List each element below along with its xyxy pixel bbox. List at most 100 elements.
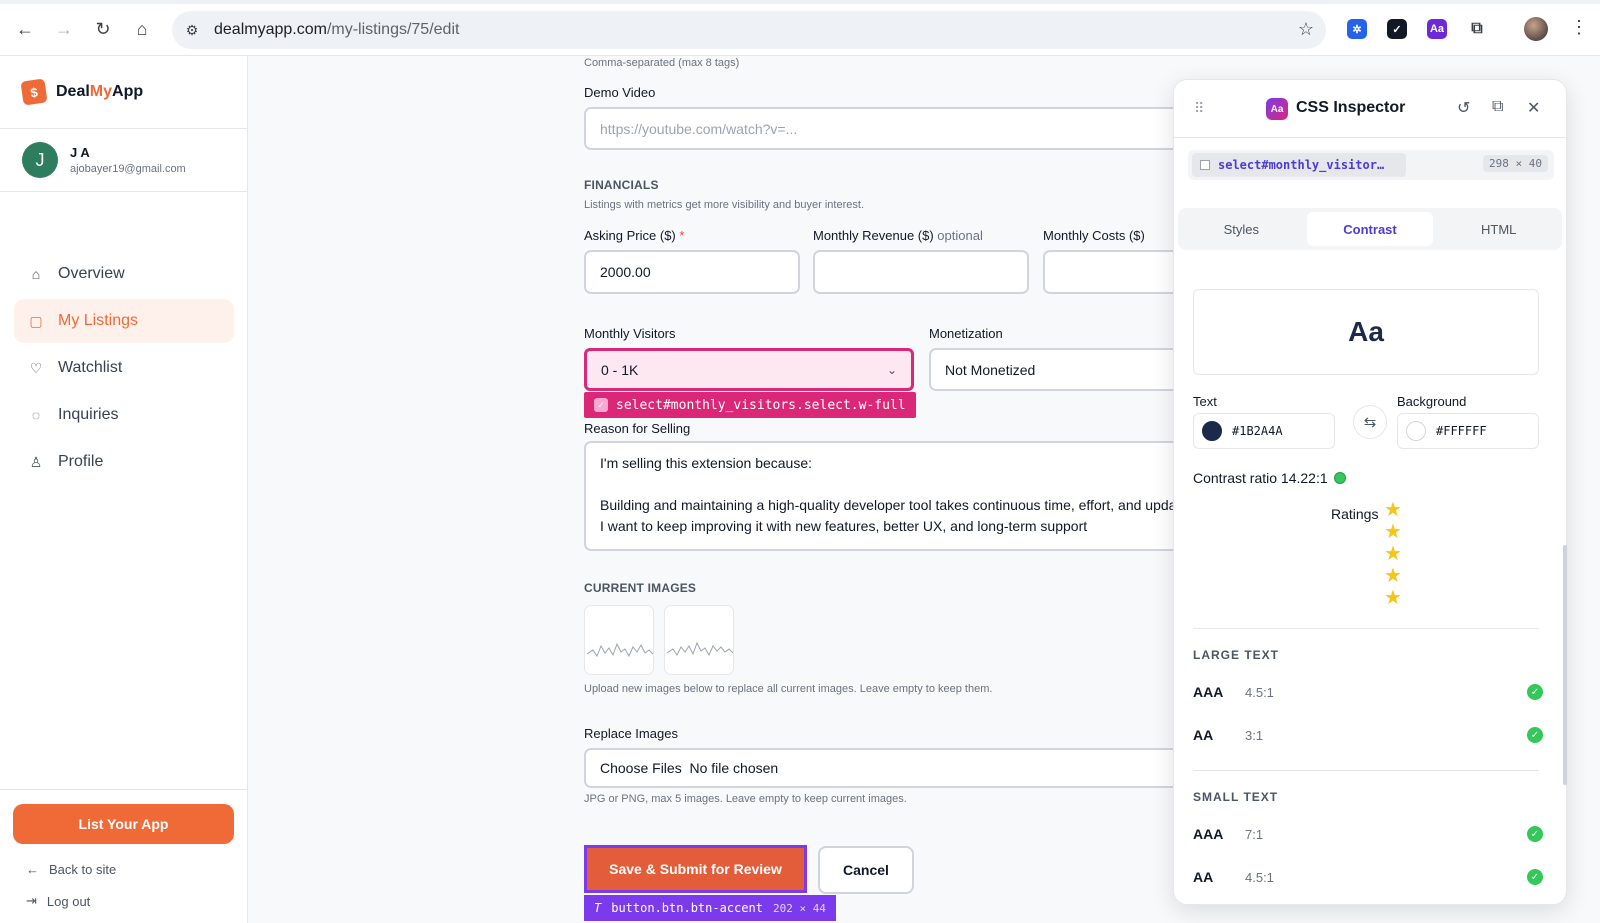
sidebar-item-inquiries[interactable]: ◌ Inquiries (14, 393, 234, 437)
monthly-costs-label: Monthly Costs ($) (1043, 228, 1145, 243)
extension-snowflake-icon[interactable]: ✲ (1347, 19, 1367, 39)
back-to-site-link[interactable]: ← Back to site (26, 862, 116, 877)
address-bar[interactable]: ⚙ dealmyapp.com/my-listings/75/edit ☆ (172, 11, 1326, 49)
inspector-button-chip: T button.btn.btn-accent 202 × 44 (584, 895, 836, 921)
check-icon: ✓ (594, 398, 608, 412)
sidebar-divider (0, 191, 248, 192)
current-images-title: CURRENT IMAGES (584, 581, 697, 595)
star-icon: ★ (1384, 565, 1402, 587)
chevron-down-icon: ⌄ (886, 362, 897, 377)
wcag-row: AAA 4.5:1 ✓ (1193, 680, 1543, 704)
asking-price-input[interactable]: 2000.00 (584, 250, 800, 294)
sidebar-item-label: Profile (58, 453, 104, 470)
monthly-revenue-input[interactable] (813, 250, 1029, 294)
list-your-app-button[interactable]: List Your App (13, 804, 234, 844)
sidebar-item-label: Watchlist (58, 359, 123, 376)
tab-contrast[interactable]: Contrast (1306, 212, 1434, 246)
cancel-button[interactable]: Cancel (818, 846, 914, 894)
tags-hint: Comma-separated (max 8 tags) (584, 57, 740, 69)
replace-images-file-input[interactable]: Choose Files No file chosen (584, 748, 1224, 788)
asking-price-label: Asking Price ($) * (584, 228, 685, 243)
star-icon: ★ (1384, 499, 1402, 521)
brand-icon: $ (20, 78, 48, 106)
sidebar-divider (0, 789, 248, 790)
more-menu-icon[interactable]: ⋮ (1570, 17, 1588, 38)
brand-logo[interactable]: $ DealMyApp (20, 78, 144, 106)
inspector-selector-chip: ✓ select#monthly_visitors.select.w-full (584, 392, 916, 418)
selected-element-chip[interactable]: select#monthly_visitor… (1192, 153, 1406, 177)
current-image-thumbnail[interactable] (664, 605, 734, 675)
reset-icon[interactable]: ↺ (1457, 98, 1470, 118)
current-images-hint: Upload new images below to replace all c… (584, 683, 993, 695)
star-icon: ★ (1384, 543, 1402, 565)
wcag-row: AA 4.5:1 ✓ (1193, 865, 1543, 889)
reason-textarea[interactable]: I'm selling this extension because: Buil… (584, 441, 1224, 551)
tab-styles[interactable]: Styles (1178, 208, 1305, 250)
element-dimensions: 298 × 40 (1483, 155, 1548, 172)
replace-images-hint: JPG or PNG, max 5 images. Leave empty to… (584, 793, 907, 805)
user-name: J A (70, 145, 90, 160)
small-text-title: SMALL TEXT (1193, 790, 1279, 804)
profile-avatar[interactable] (1524, 17, 1548, 41)
ratings-stars: ★ ★ ★ ★ ★ (1384, 500, 1402, 609)
chat-icon: ◌ (31, 407, 41, 423)
reason-label: Reason for Selling (584, 421, 691, 436)
ratings-label: Ratings (1331, 506, 1379, 522)
back-arrow-icon[interactable]: ← (14, 18, 36, 40)
monetization-label: Monetization (929, 326, 1003, 341)
css-inspector-panel: ⠿ Aa CSS Inspector ↺ ⧉ ✕ select#monthly_… (1173, 79, 1567, 905)
forward-arrow-icon[interactable]: → (53, 18, 75, 40)
inspector-title: CSS Inspector (1296, 99, 1406, 116)
extension-check-icon[interactable]: ✓ (1387, 19, 1407, 39)
tab-html[interactable]: HTML (1435, 208, 1562, 250)
background-color-field[interactable]: #FFFFFF (1397, 413, 1539, 449)
browser-toolbar: ← → ↻ ⌂ ⚙ dealmyapp.com/my-listings/75/e… (0, 0, 1600, 56)
check-circle-icon: ✓ (1527, 727, 1543, 743)
site-settings-icon[interactable]: ⚙ (182, 20, 202, 40)
monetization-select[interactable]: Not Monetized (929, 348, 1209, 391)
tab-strip (0, 0, 1600, 4)
financials-title: FINANCIALS (584, 178, 659, 192)
home-icon[interactable]: ⌂ (131, 18, 153, 40)
arrow-left-icon: ← (26, 862, 39, 877)
sidebar-item-overview[interactable]: ⌂ Overview (14, 252, 234, 296)
demo-video-label: Demo Video (584, 85, 656, 100)
wcag-row: AA 3:1 ✓ (1193, 723, 1543, 747)
brand-name: DealMyApp (56, 83, 144, 100)
logout-link[interactable]: ⇥ Log out (26, 893, 90, 909)
pass-status-dot (1333, 472, 1346, 484)
heart-icon: ♡ (29, 359, 43, 376)
contrast-preview: Aa (1193, 289, 1539, 375)
page-scrollbar[interactable] (1563, 545, 1567, 785)
text-color-swatch (1202, 421, 1222, 441)
close-icon[interactable]: ✕ (1527, 98, 1540, 118)
sidebar-item-watchlist[interactable]: ♡ Watchlist (14, 346, 234, 390)
large-text-title: LARGE TEXT (1193, 648, 1280, 662)
sidebar-item-profile[interactable]: ♙ Profile (14, 440, 234, 484)
drag-handle-icon[interactable]: ⠿ (1194, 100, 1204, 117)
current-image-thumbnail[interactable] (584, 605, 654, 675)
bag-icon: ▢ (29, 312, 43, 329)
monthly-visitors-label: Monthly Visitors (584, 326, 676, 341)
sidebar-item-my-listings[interactable]: ▢ My Listings (14, 299, 234, 343)
url-text: dealmyapp.com/my-listings/75/edit (214, 21, 460, 38)
replace-images-label: Replace Images (584, 726, 678, 741)
user-card: J J A ajobayer19@gmail.com (22, 142, 186, 178)
star-icon: ★ (1384, 587, 1402, 609)
copy-icon[interactable]: ⧉ (1492, 98, 1503, 116)
sidebar-item-label: Inquiries (58, 406, 119, 423)
swap-colors-icon[interactable]: ⇆ (1353, 405, 1387, 439)
text-color-field[interactable]: #1B2A4A (1193, 413, 1335, 449)
text-color-label: Text (1193, 394, 1217, 409)
extensions-puzzle-icon[interactable]: ⧉ (1467, 19, 1487, 39)
check-circle-icon: ✓ (1527, 826, 1543, 842)
element-icon (1200, 160, 1210, 170)
save-submit-button[interactable]: Save & Submit for Review (584, 845, 807, 893)
monthly-visitors-select[interactable]: 0 - 1K ⌄ (584, 348, 914, 391)
inspector-header: ⠿ Aa CSS Inspector ↺ ⧉ ✕ (1174, 80, 1566, 138)
demo-video-input[interactable]: https://youtube.com/watch?v=... (584, 107, 1184, 150)
extension-css-inspector-icon[interactable]: Aa (1427, 19, 1447, 39)
reload-icon[interactable]: ↻ (92, 18, 114, 40)
bookmark-star-icon[interactable]: ☆ (1298, 19, 1314, 40)
user-icon: ♙ (29, 453, 43, 470)
